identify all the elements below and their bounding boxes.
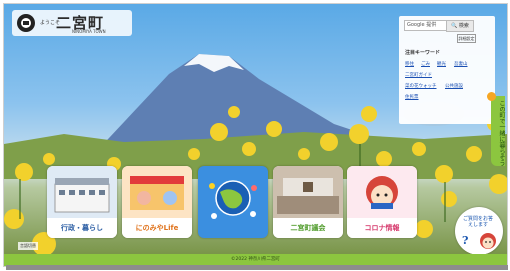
card-ninomiya-life[interactable]: にのみやLife (122, 166, 192, 238)
council-hall-image (273, 166, 343, 218)
side-banner-label: この町で一緒に暮らそう (498, 100, 505, 166)
keyword-link[interactable]: 吾妻山 (454, 61, 468, 67)
keyword-link[interactable]: 公共施設 (445, 83, 463, 89)
badge-dot-icon (487, 92, 496, 101)
advanced-search-link[interactable]: 詳細設定 (457, 34, 476, 43)
keywords-title: 注目キーワード (405, 50, 441, 56)
frame-shadow (6, 265, 508, 270)
page-frame: ようこそ 二宮町 NINOMIYA TOWN Google 提供 🔍 検索 詳細… (3, 3, 508, 267)
keyword-link[interactable]: 菜の花ウォッチ (405, 83, 437, 89)
keyword-link[interactable]: ごみ (421, 61, 430, 67)
mascot-face-icon (480, 233, 496, 249)
card-corona-info-label: コロナ情報 (347, 218, 417, 238)
card-global[interactable] (198, 166, 268, 238)
card-ninomiya-life-label: にのみやLife (122, 218, 192, 238)
mascot-character-image (347, 166, 417, 218)
chatbot-help-text: ご質問をお答えします (463, 216, 494, 228)
keyword-link[interactable]: 住民票 (405, 94, 419, 100)
card-town-council-label: 二宮町議会 (273, 218, 343, 238)
keyword-link[interactable]: 移住 (405, 61, 414, 67)
search-button-label: 検索 (458, 23, 469, 29)
town-hall-image (47, 166, 117, 218)
footer-copyright: ©2022 神奈川県二宮町 (231, 257, 280, 262)
search-button[interactable]: 🔍 検索 (446, 20, 474, 32)
town-emblem-icon (17, 14, 35, 32)
card-administration[interactable]: 行政・暮らし (47, 166, 117, 238)
card-town-council[interactable]: 二宮町議会 (273, 166, 343, 238)
side-banner-tab[interactable]: この町で一緒に暮らそう (487, 92, 505, 166)
globe-icon (209, 180, 257, 219)
card-corona-info[interactable]: コロナ情報 (347, 166, 417, 238)
shop-illustration-image (122, 166, 192, 218)
keyword-link[interactable]: 二宮町ガイド (405, 72, 432, 78)
search-panel: Google 提供 🔍 検索 詳細設定 注目キーワード 移住 ごみ 観光 吾妻山… (399, 16, 495, 124)
search-icon: 🔍 (451, 23, 458, 29)
logo-subtitle: NINOMIYA TOWN (72, 29, 106, 34)
card-administration-label: 行政・暮らし (47, 218, 117, 238)
chatbot-help-button[interactable]: ご質問をお答えします ? (455, 207, 503, 255)
keyword-link[interactable]: 観光 (437, 61, 446, 67)
search-input[interactable]: Google 提供 (404, 20, 448, 31)
language-switch[interactable]: 言語切替 (18, 242, 38, 250)
question-mark-icon: ? (462, 234, 469, 247)
site-logo[interactable]: ようこそ 二宮町 NINOMIYA TOWN (12, 10, 132, 36)
